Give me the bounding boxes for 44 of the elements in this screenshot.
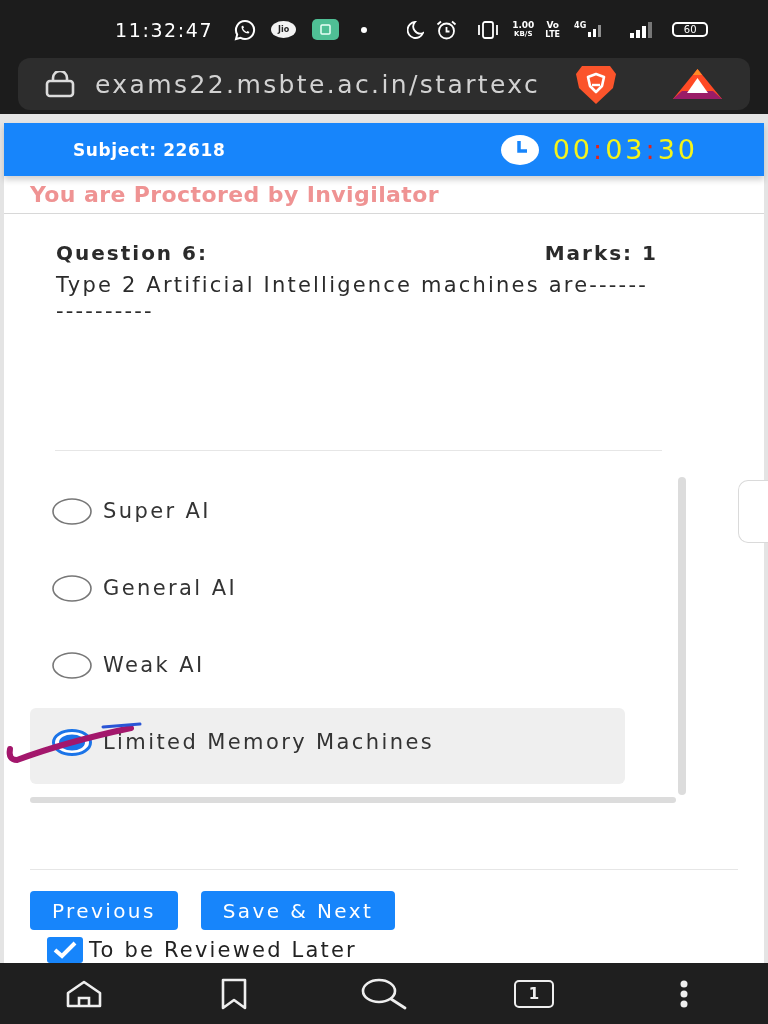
status-time: 11:32:47 [115,18,214,41]
dot-icon [361,26,368,33]
previous-button[interactable]: Previous [30,891,178,930]
volte-indicator: Vo LTE [545,20,561,39]
save-and-next-button[interactable]: Save & Next [200,891,396,930]
question-marks: Marks: 1 [544,241,658,265]
network-type: 4G [574,21,587,30]
address-bar[interactable]: exams22.msbte.ac.in/startexc [18,58,750,110]
subject-code: Subject: 22618 [73,139,226,160]
answer-option[interactable]: Super AI [30,477,625,553]
vertical-scrollbar[interactable] [678,477,686,795]
proctor-notice: You are Proctored by Invigilator [30,182,439,207]
side-drawer-handle[interactable] [738,480,768,543]
signal-bars-icon [588,22,603,37]
url-text[interactable]: exams22.msbte.ac.in/startexc [95,69,541,99]
shield-icon[interactable] [573,63,619,105]
review-later-label[interactable]: To be Reviewed Later [89,937,357,963]
question-text: Type 2 Artificial Intelligence machines are---------------- [56,272,649,324]
home-icon[interactable] [65,978,103,1009]
signal-bars-icon [630,21,653,38]
countdown-timer: 00:03:30 [552,134,698,165]
clock-icon [500,134,539,165]
carrier-badge: Jio [271,21,297,38]
radio-button[interactable] [52,497,92,525]
more-menu-icon[interactable] [679,978,689,1009]
battery-indicator: 60 [672,22,709,37]
tab-switcher-button[interactable]: 1 [514,979,554,1008]
chat-bubble-icon [233,18,258,41]
answer-option[interactable]: General AI [30,554,625,630]
lock-icon [45,70,75,98]
question-number: Question 6: [56,241,208,265]
bookmark-icon[interactable] [220,977,248,1010]
moon-icon [407,20,425,39]
triangle-icon[interactable] [673,69,722,99]
alarm-clock-icon [436,19,458,40]
answer-option[interactable]: Weak AI [30,631,625,707]
answer-option[interactable]: Limited Memory Machines [30,708,625,784]
search-icon[interactable] [360,977,408,1010]
app-icon [312,19,340,40]
horizontal-scrollbar[interactable] [30,797,676,803]
radio-button[interactable] [52,574,92,602]
checkbox[interactable] [47,937,83,963]
vibrate-icon [477,20,500,39]
radio-button[interactable] [52,651,92,679]
